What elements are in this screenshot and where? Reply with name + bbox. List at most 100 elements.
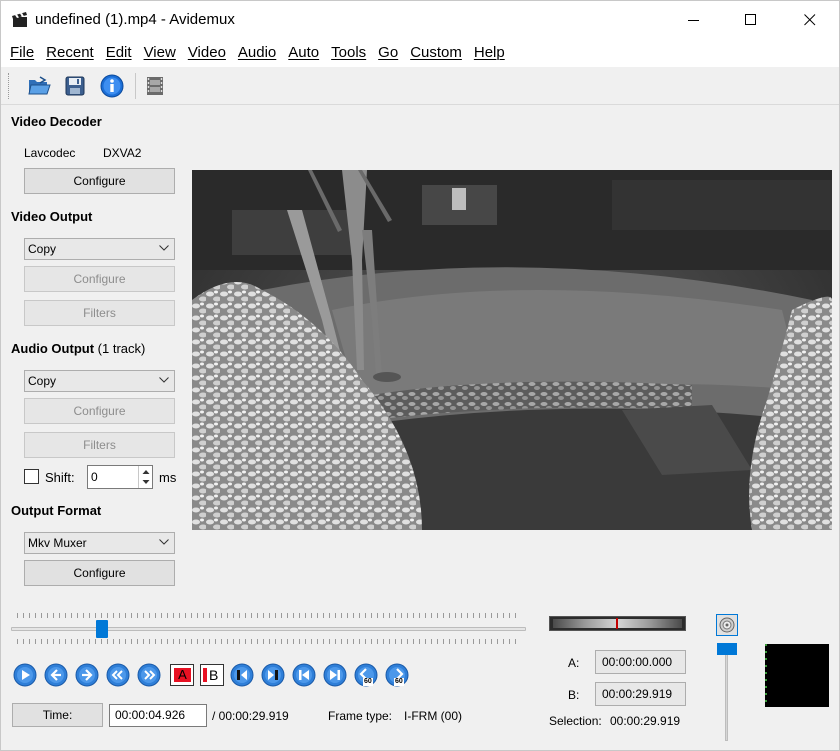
menu-video[interactable]: Video (182, 39, 232, 67)
next-frame-icon[interactable] (75, 663, 99, 687)
menu-file[interactable]: File (4, 39, 40, 67)
set-marker-b-icon: B (209, 667, 219, 683)
forward-60s-button[interactable]: 60 (385, 663, 411, 689)
play-icon[interactable] (13, 663, 37, 687)
decoder-hw: DXVA2 (103, 146, 142, 160)
marker-b-field: 00:00:29.919 (595, 682, 686, 706)
chevron-down-icon (159, 245, 169, 251)
save-disk-icon (65, 76, 85, 96)
shift-value: 0 (91, 470, 98, 484)
audio-output-select[interactable]: Copy (24, 370, 175, 392)
back-60s-button[interactable]: 60 (354, 663, 380, 689)
volume-thumb[interactable] (717, 643, 737, 655)
open-button[interactable] (25, 72, 53, 100)
format-configure-button[interactable]: Configure (24, 560, 175, 586)
format-configure-label: Configure (73, 566, 126, 580)
menu-recent[interactable]: Recent (40, 39, 100, 67)
video-configure-button[interactable]: Configure (24, 266, 175, 292)
set-marker-b-button[interactable]: B (200, 664, 224, 686)
toolbar-separator (135, 73, 136, 99)
marker-b-value: 00:00:29.919 (602, 687, 673, 701)
selection-value: 00:00:29.919 (610, 714, 681, 728)
decoder-configure-label: Configure (73, 174, 126, 188)
shift-checkbox[interactable] (24, 469, 39, 484)
spin-arrows[interactable] (138, 466, 152, 488)
next-keyframe-icon[interactable] (137, 663, 161, 687)
menu-edit[interactable]: Edit (100, 39, 138, 67)
title-bar: undefined (1).mp4 - Avidemux (1, 1, 839, 39)
video-output-selected: Copy (28, 242, 57, 256)
video-filters-label: Filters (83, 306, 116, 320)
toolbar (1, 67, 839, 105)
avidemux-window: undefined (1).mp4 - Avidemux File Recent… (0, 0, 840, 751)
time-button[interactable]: Time: (12, 703, 103, 727)
timeline-ticks-bottom (17, 639, 516, 644)
audio-output-selected: Copy (28, 374, 57, 388)
menu-auto[interactable]: Auto (282, 39, 325, 67)
menu-bar: File Recent Edit View Video Audio Auto T… (1, 39, 839, 67)
menu-audio[interactable]: Audio (232, 39, 282, 67)
menu-help[interactable]: Help (468, 39, 511, 67)
menu-tools[interactable]: Tools (325, 39, 372, 67)
video-output-title: Video Output (11, 209, 93, 224)
shift-unit: ms (159, 470, 177, 485)
timeline-slider[interactable] (11, 611, 526, 647)
shift-spinbox[interactable]: 0 (87, 465, 153, 489)
save-button[interactable] (61, 72, 89, 100)
shift-label: Shift: (45, 470, 75, 485)
audio-level-meter (549, 616, 686, 631)
go-to-first-frame-icon[interactable] (292, 663, 316, 687)
spin-up-down-icon (142, 470, 150, 484)
current-time-field[interactable]: 00:00:04.926 (109, 704, 207, 727)
set-marker-a-button[interactable]: A (170, 664, 194, 686)
audio-track-info: (1 track) (97, 341, 146, 356)
timeline-ticks-top (17, 613, 516, 618)
volume-button[interactable] (716, 614, 738, 636)
window-title: undefined (1).mp4 - Avidemux (35, 11, 235, 28)
video-configure-label: Configure (73, 272, 126, 286)
next-cut-icon[interactable] (261, 663, 285, 687)
set-marker-a-icon: A (174, 668, 191, 682)
decoder-configure-button[interactable]: Configure (24, 168, 175, 194)
close-button[interactable] (781, 1, 839, 39)
maximize-button[interactable] (722, 1, 780, 39)
timeline-thumb[interactable] (96, 620, 108, 638)
menu-go[interactable]: Go (372, 39, 404, 67)
previous-cut-icon[interactable] (230, 663, 254, 687)
marker-b-label: B: (568, 688, 580, 702)
menu-custom[interactable]: Custom (404, 39, 468, 67)
chevron-down-icon (159, 539, 169, 545)
minimize-button[interactable] (665, 1, 723, 39)
previous-frame-icon[interactable] (44, 663, 68, 687)
video-output-select[interactable]: Copy (24, 238, 175, 260)
info-button[interactable] (98, 72, 126, 100)
output-format-select[interactable]: Mkv Muxer (24, 532, 175, 554)
timeline-track[interactable] (11, 627, 526, 631)
frame-type-label: Frame type: (328, 709, 393, 723)
info-icon (100, 74, 124, 98)
forward-60s-label: 60 (394, 678, 404, 686)
total-time: / 00:00:29.919 (212, 709, 289, 723)
mini-level-ticks (765, 644, 767, 707)
mini-waveform-preview (765, 644, 829, 707)
marker-a-label: A: (568, 656, 580, 670)
back-60s-label: 60 (363, 678, 373, 686)
menu-view[interactable]: View (138, 39, 182, 67)
marker-b-red-bar (203, 668, 207, 682)
frame-type-value: I-FRM (00) (404, 709, 462, 723)
audio-configure-button[interactable]: Configure (24, 398, 175, 424)
decoder-name: Lavcodec (24, 146, 76, 160)
previous-keyframe-icon[interactable] (106, 663, 130, 687)
video-filters-button[interactable]: Filters (24, 300, 175, 326)
open-folder-icon (28, 76, 51, 95)
output-format-title: Output Format (11, 503, 102, 518)
film-strip-icon (147, 77, 163, 95)
maximize-icon (745, 14, 756, 25)
toolbar-grip[interactable] (8, 73, 11, 99)
audio-filters-button[interactable]: Filters (24, 432, 175, 458)
volume-track[interactable] (725, 649, 728, 741)
go-to-last-frame-icon[interactable] (323, 663, 347, 687)
output-format-selected: Mkv Muxer (28, 536, 87, 550)
audio-configure-label: Configure (73, 404, 126, 418)
film-strip-button[interactable] (141, 72, 169, 100)
